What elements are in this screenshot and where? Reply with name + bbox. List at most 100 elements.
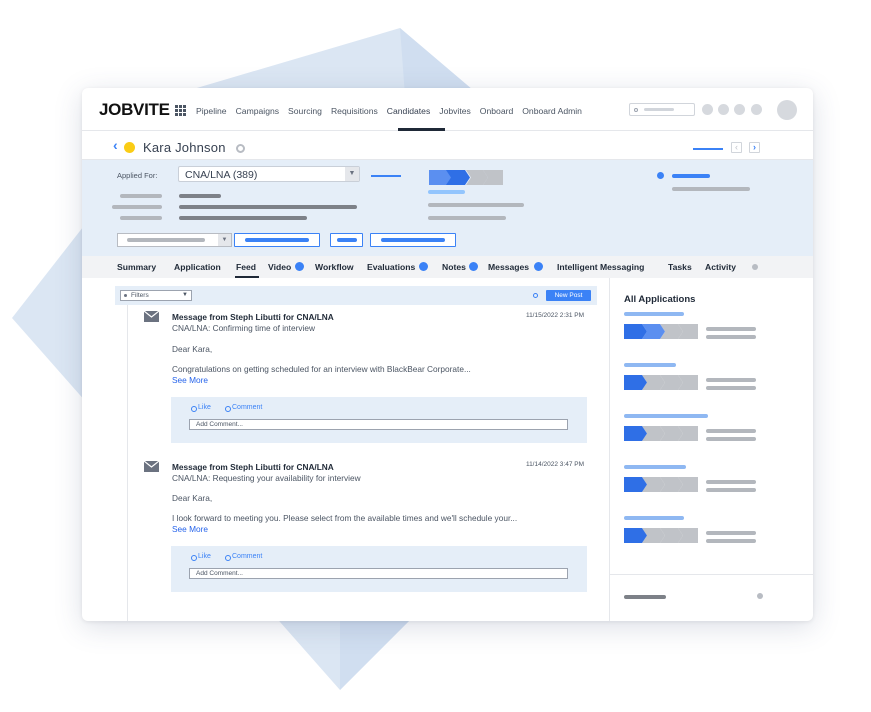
application-detail — [706, 539, 756, 543]
top-nav: JOBVITE Pipeline Campaigns Sourcing Requ… — [82, 88, 813, 131]
application-detail — [706, 488, 756, 492]
tab-tasks[interactable]: Tasks — [668, 262, 692, 272]
workflow-detail — [428, 216, 506, 220]
message-subject: CNA/LNA: Requesting your availability fo… — [172, 473, 361, 483]
app-grid-icon[interactable] — [175, 105, 186, 116]
message-title[interactable]: Message from Steph Libutti for CNA/LNA — [172, 462, 334, 472]
filters-label: Filters — [131, 292, 149, 299]
action-button-2[interactable] — [330, 233, 363, 247]
settings-icon[interactable] — [734, 104, 745, 115]
comment-button[interactable]: Comment — [225, 404, 262, 412]
action-button-3[interactable] — [370, 233, 456, 247]
back-chevron-icon[interactable]: ‹ — [113, 137, 118, 153]
tab-video[interactable]: Video — [268, 262, 291, 272]
comment-box: Like Comment Add Comment... — [171, 397, 587, 443]
detail-value — [179, 194, 221, 198]
all-applications-title: All Applications — [624, 294, 696, 305]
next-candidate-button[interactable]: › — [749, 142, 760, 153]
nav-jobvites[interactable]: Jobvites — [439, 106, 471, 116]
search-input[interactable] — [629, 103, 695, 116]
prev-candidate-button[interactable]: ‹ — [731, 142, 742, 153]
comment-box: Like Comment Add Comment... — [171, 546, 587, 592]
nav-onboard[interactable]: Onboard — [480, 106, 513, 116]
candidate-name: Kara Johnson — [143, 140, 226, 155]
action-button-1[interactable] — [234, 233, 320, 247]
help-icon[interactable] — [718, 104, 729, 115]
application-detail — [706, 327, 756, 331]
notification-icon[interactable] — [702, 104, 713, 115]
application-title — [624, 516, 684, 520]
application-title — [624, 414, 708, 418]
new-post-button[interactable]: New Post — [546, 290, 591, 301]
feed-toolbar: Filters ▼ New Post — [115, 286, 597, 305]
application-detail — [706, 480, 756, 484]
tab-feed[interactable]: Feed — [236, 262, 256, 272]
jobvite-logo[interactable]: JOBVITE — [99, 100, 170, 120]
candidate-settings-icon[interactable] — [236, 144, 245, 153]
see-more-link[interactable]: See More — [172, 375, 208, 385]
like-button[interactable]: Like — [191, 404, 211, 412]
chevron-down-icon: ▼ — [345, 167, 359, 181]
application-title — [624, 312, 684, 316]
application-row[interactable] — [610, 414, 813, 454]
applied-for-panel: Applied For: CNA/LNA (389) ▼ ▼ — [82, 160, 813, 256]
applied-for-select[interactable]: CNA/LNA (389) ▼ — [178, 166, 360, 182]
tab-notes-badge — [469, 262, 478, 271]
see-more-link[interactable]: See More — [172, 524, 208, 534]
status-text — [672, 174, 710, 178]
filters-dropdown[interactable]: Filters ▼ — [120, 290, 192, 301]
new-post-label: New Post — [554, 292, 583, 299]
tab-application[interactable]: Application — [174, 262, 221, 272]
nav-campaigns[interactable]: Campaigns — [236, 106, 279, 116]
feed-item: Message from Steph Libutti for CNA/LNA 1… — [128, 311, 598, 451]
message-title[interactable]: Message from Steph Libutti for CNA/LNA — [172, 312, 334, 322]
tab-intelligent-messaging[interactable]: Intelligent Messaging — [557, 262, 644, 272]
application-workflow — [624, 477, 698, 492]
application-row[interactable] — [610, 516, 813, 556]
detail-value — [179, 205, 357, 209]
refresh-icon[interactable] — [533, 293, 538, 298]
tab-notes[interactable]: Notes — [442, 262, 466, 272]
detail-value — [179, 216, 307, 220]
tab-summary[interactable]: Summary — [117, 262, 156, 272]
action-dropdown[interactable]: ▼ — [117, 233, 232, 247]
comment-button[interactable]: Comment — [225, 553, 262, 561]
tab-evaluations[interactable]: Evaluations — [367, 262, 415, 272]
application-row[interactable] — [610, 363, 813, 403]
mail-icon — [144, 311, 159, 322]
tab-messages[interactable]: Messages — [488, 262, 529, 272]
apps-icon[interactable] — [751, 104, 762, 115]
candidate-tabs: Summary Application Feed Video Workflow … — [82, 256, 813, 278]
detail-label — [112, 205, 162, 209]
workflow-progress — [429, 170, 503, 185]
add-comment-input[interactable]: Add Comment... — [189, 568, 568, 579]
application-row[interactable] — [610, 465, 813, 505]
like-button[interactable]: Like — [191, 553, 211, 561]
tab-activity[interactable]: Activity — [705, 262, 736, 272]
application-detail — [706, 531, 756, 535]
edit-link[interactable] — [371, 175, 401, 177]
nav-pipeline[interactable]: Pipeline — [196, 106, 227, 116]
chevron-down-icon: ▼ — [218, 234, 231, 246]
user-avatar[interactable] — [777, 100, 797, 120]
applied-for-label: Applied For: — [117, 171, 158, 180]
nav-links: Pipeline Campaigns Sourcing Requisitions… — [196, 106, 591, 116]
application-row[interactable] — [610, 312, 813, 352]
search-icon — [634, 108, 638, 112]
workflow-detail — [428, 203, 524, 207]
nav-onboard-admin[interactable]: Onboard Admin — [522, 106, 582, 116]
all-applications-panel: All Applications — [609, 278, 813, 621]
nav-candidates[interactable]: Candidates — [387, 106, 430, 116]
nav-requisitions[interactable]: Requisitions — [331, 106, 378, 116]
pagination-label — [624, 595, 666, 599]
message-subject: CNA/LNA: Confirming time of interview — [172, 323, 315, 333]
more-icon[interactable] — [757, 593, 763, 599]
applied-for-value: CNA/LNA (389) — [185, 169, 258, 181]
application-workflow — [624, 324, 698, 339]
add-comment-input[interactable]: Add Comment... — [189, 419, 568, 430]
tab-workflow[interactable]: Workflow — [315, 262, 354, 272]
nav-sourcing[interactable]: Sourcing — [288, 106, 322, 116]
more-tabs-icon[interactable] — [752, 264, 758, 270]
pager-indicator — [693, 148, 723, 150]
detail-label — [120, 194, 162, 198]
